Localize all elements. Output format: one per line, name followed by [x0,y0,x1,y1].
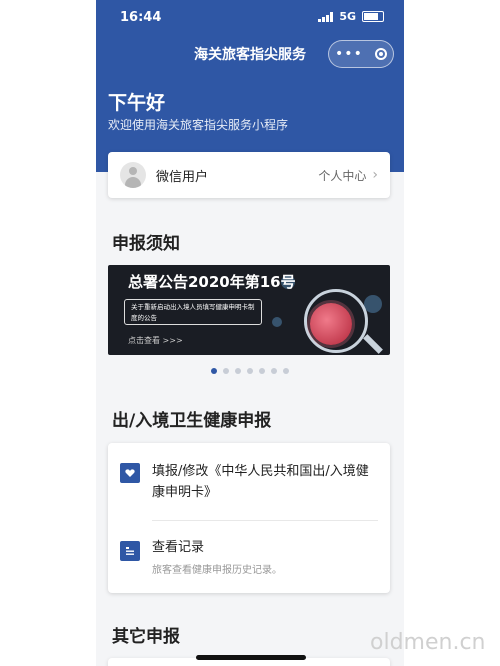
fill-declaration-label: 填报/修改《中华人民共和国出/入境健康申明卡》 [152,464,369,500]
carousel-dot[interactable] [223,368,229,374]
banner-description: 关于重新启动出入境人员填写健康申明卡制度的公告 [124,299,262,325]
health-declaration-card: 填报/修改《中华人民共和国出/入境健康申明卡》 查看记录 旅客查看健康申报历史记… [108,443,390,593]
personal-center-link[interactable]: 个人中心 [318,167,366,184]
carousel-dot[interactable] [247,368,253,374]
status-icons: 5G [318,10,384,23]
view-records-description: 旅客查看健康申报历史记录。 [152,565,282,576]
announcement-banner[interactable]: 总署公告2020年第16号 关于重新启动出入境人员填写健康申明卡制度的公告 点击… [108,265,390,355]
greeting: 下午好 [108,92,166,114]
health-section-title: 出/入境卫生健康申报 [112,411,272,431]
record-icon [120,541,140,561]
header-area: 16:44 5G 海关旅客指尖服务 ••• 下午好 欢迎使用海关旅客指尖服务小程… [96,0,404,172]
view-records-item[interactable]: 查看记录 旅客查看健康申报历史记录。 [108,521,390,593]
other-section-title: 其它申报 [112,627,180,647]
more-icon[interactable]: ••• [335,47,363,61]
carousel-dot[interactable] [283,368,289,374]
welcome-text: 欢迎使用海关旅客指尖服务小程序 [108,118,289,132]
heart-icon [120,463,140,483]
virus-icon [310,303,352,345]
watermark: oldmen.cn [370,630,486,655]
carousel-dot[interactable] [235,368,241,374]
avatar [120,162,146,188]
phone-screen: 16:44 5G 海关旅客指尖服务 ••• 下午好 欢迎使用海关旅客指尖服务小程… [96,0,404,666]
close-icon[interactable] [374,48,387,60]
notice-section-title: 申报须知 [112,234,180,254]
status-bar: 16:44 5G [96,10,404,28]
carousel-dot[interactable] [211,368,217,374]
chevron-right-icon: › [372,167,378,183]
magnifier-handle [363,334,383,354]
carousel-indicator [96,368,404,374]
banner-link[interactable]: 点击查看 >>> [128,335,183,346]
user-card[interactable]: 微信用户 个人中心 › [108,152,390,198]
carousel-dot[interactable] [259,368,265,374]
battery-icon [362,11,384,22]
carousel-dot[interactable] [271,368,277,374]
view-records-label: 查看记录 [152,540,205,555]
user-name: 微信用户 [156,169,209,185]
home-indicator [196,655,306,660]
signal-icon [318,11,334,22]
mini-program-capsule: ••• [328,40,394,68]
fill-declaration-item[interactable]: 填报/修改《中华人民共和国出/入境健康申明卡》 [108,443,390,521]
network-type: 5G [339,10,356,23]
status-time: 16:44 [120,10,162,25]
banner-title: 总署公告2020年第16号 [128,273,296,291]
